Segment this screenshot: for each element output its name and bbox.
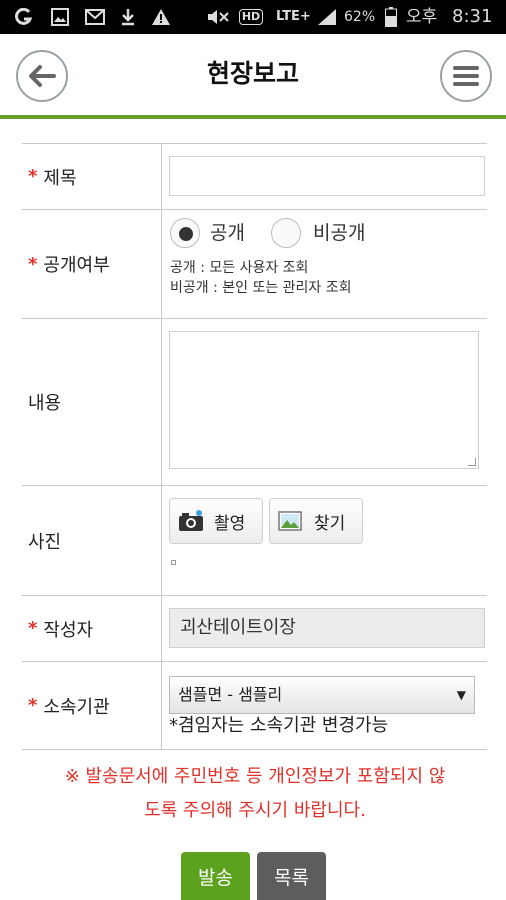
report-form: * 제목 * 공개여부 공개 비공개 공개 : 모든 사용자 조회 비공개 : … xyxy=(22,143,487,750)
form-row-photo: 사진 촬영 찾기 xyxy=(22,486,487,596)
image-icon xyxy=(278,510,304,532)
send-button[interactable]: 발송 xyxy=(181,852,250,900)
resize-grip-icon[interactable] xyxy=(468,458,476,466)
photo-label-cell: 사진 xyxy=(22,486,162,595)
battery-percent: 62% xyxy=(344,9,376,25)
content-textarea[interactable] xyxy=(169,331,479,469)
clock-ampm: 오후 xyxy=(406,7,438,27)
form-row-public: * 공개여부 공개 비공개 공개 : 모든 사용자 조회 비공개 : 본인 또는… xyxy=(22,210,487,319)
org-note: *겸임자는 소속기관 변경가능 xyxy=(169,715,389,736)
download-icon xyxy=(118,7,138,27)
content-label: 내용 xyxy=(28,393,62,414)
g-icon xyxy=(14,7,34,27)
photo-label: 사진 xyxy=(28,531,62,553)
warning-icon xyxy=(150,7,172,27)
camera-icon xyxy=(178,510,204,532)
public-radio-label[interactable]: 공개 xyxy=(210,218,245,248)
content-value-cell xyxy=(163,319,487,485)
lte-icon: LTE+ xyxy=(276,9,311,24)
status-bar: HD LTE+ 62% 오후 8:31 xyxy=(0,0,506,34)
camera-button[interactable]: 촬영 xyxy=(169,498,263,544)
title-label-cell: * 제목 xyxy=(22,144,162,209)
form-row-org: * 소속기관 샘플면 - 샘플리 ▼ *겸임자는 소속기관 변경가능 xyxy=(22,662,487,750)
author-label-cell: * 작성자 xyxy=(22,596,162,661)
privacy-notice-line1: ※ 발송문서에 주민번호 등 개인정보가 포함되지 않 xyxy=(64,766,446,787)
dropdown-arrow-icon: ▼ xyxy=(456,688,466,702)
public-label-cell: * 공개여부 xyxy=(22,210,162,318)
find-button-label: 찾기 xyxy=(314,513,346,534)
photo-value-cell: 촬영 찾기 xyxy=(163,486,487,595)
signal-icon xyxy=(316,7,338,27)
photo-placeholder xyxy=(171,560,176,565)
org-label-cell: * 소속기관 xyxy=(22,662,162,749)
public-label: 공개여부 xyxy=(43,255,110,276)
private-radio-label[interactable]: 비공개 xyxy=(313,218,365,248)
find-button[interactable]: 찾기 xyxy=(269,498,363,544)
required-mark: * xyxy=(28,253,38,275)
required-mark: * xyxy=(28,695,38,716)
camera-button-label: 촬영 xyxy=(214,513,246,534)
clock-time: 8:31 xyxy=(452,6,493,27)
author-field: 괴산테이트이장 xyxy=(169,608,485,648)
privacy-notice: ※ 발송문서에 주민번호 등 개인정보가 포함되지 않 도록 주의해 주시기 바… xyxy=(20,760,490,828)
org-select[interactable]: 샘플면 - 샘플리 ▼ xyxy=(169,676,475,714)
form-row-author: * 작성자 괴산테이트이장 xyxy=(22,596,487,662)
battery-icon xyxy=(384,7,398,27)
page-title: 현장보고 xyxy=(206,59,299,88)
list-button[interactable]: 목록 xyxy=(257,852,326,900)
hamburger-menu-icon xyxy=(453,65,479,87)
content-label-cell: 내용 xyxy=(22,319,162,485)
required-mark: * xyxy=(28,166,38,187)
form-row-title: * 제목 xyxy=(22,144,487,210)
title-input[interactable] xyxy=(169,156,485,196)
menu-button[interactable] xyxy=(440,50,492,102)
author-value-cell: 괴산테이트이장 xyxy=(163,596,487,661)
public-value-cell: 공개 비공개 공개 : 모든 사용자 조회 비공개 : 본인 또는 관리자 조회 xyxy=(163,210,487,318)
hd-icon: HD xyxy=(235,7,267,27)
header-divider xyxy=(0,115,506,119)
image-icon xyxy=(50,7,70,27)
title-value-cell xyxy=(163,144,487,209)
required-mark: * xyxy=(28,618,38,639)
public-hint: 공개 : 모든 사용자 조회 xyxy=(170,260,309,276)
form-row-content: 내용 xyxy=(22,319,487,486)
author-label: 작성자 xyxy=(43,619,94,641)
org-value-cell: 샘플면 - 샘플리 ▼ *겸임자는 소속기관 변경가능 xyxy=(163,662,487,749)
org-select-value: 샘플면 - 샘플리 xyxy=(178,685,283,704)
public-radio[interactable] xyxy=(170,218,200,248)
mute-icon xyxy=(205,7,233,27)
org-label: 소속기관 xyxy=(43,696,110,718)
mail-icon xyxy=(84,7,106,27)
title-label: 제목 xyxy=(43,167,77,189)
private-radio[interactable] xyxy=(271,218,301,248)
privacy-notice-line2: 도록 주의해 주시기 바랍니다. xyxy=(144,800,366,821)
private-hint: 비공개 : 본인 또는 관리자 조회 xyxy=(170,280,352,296)
